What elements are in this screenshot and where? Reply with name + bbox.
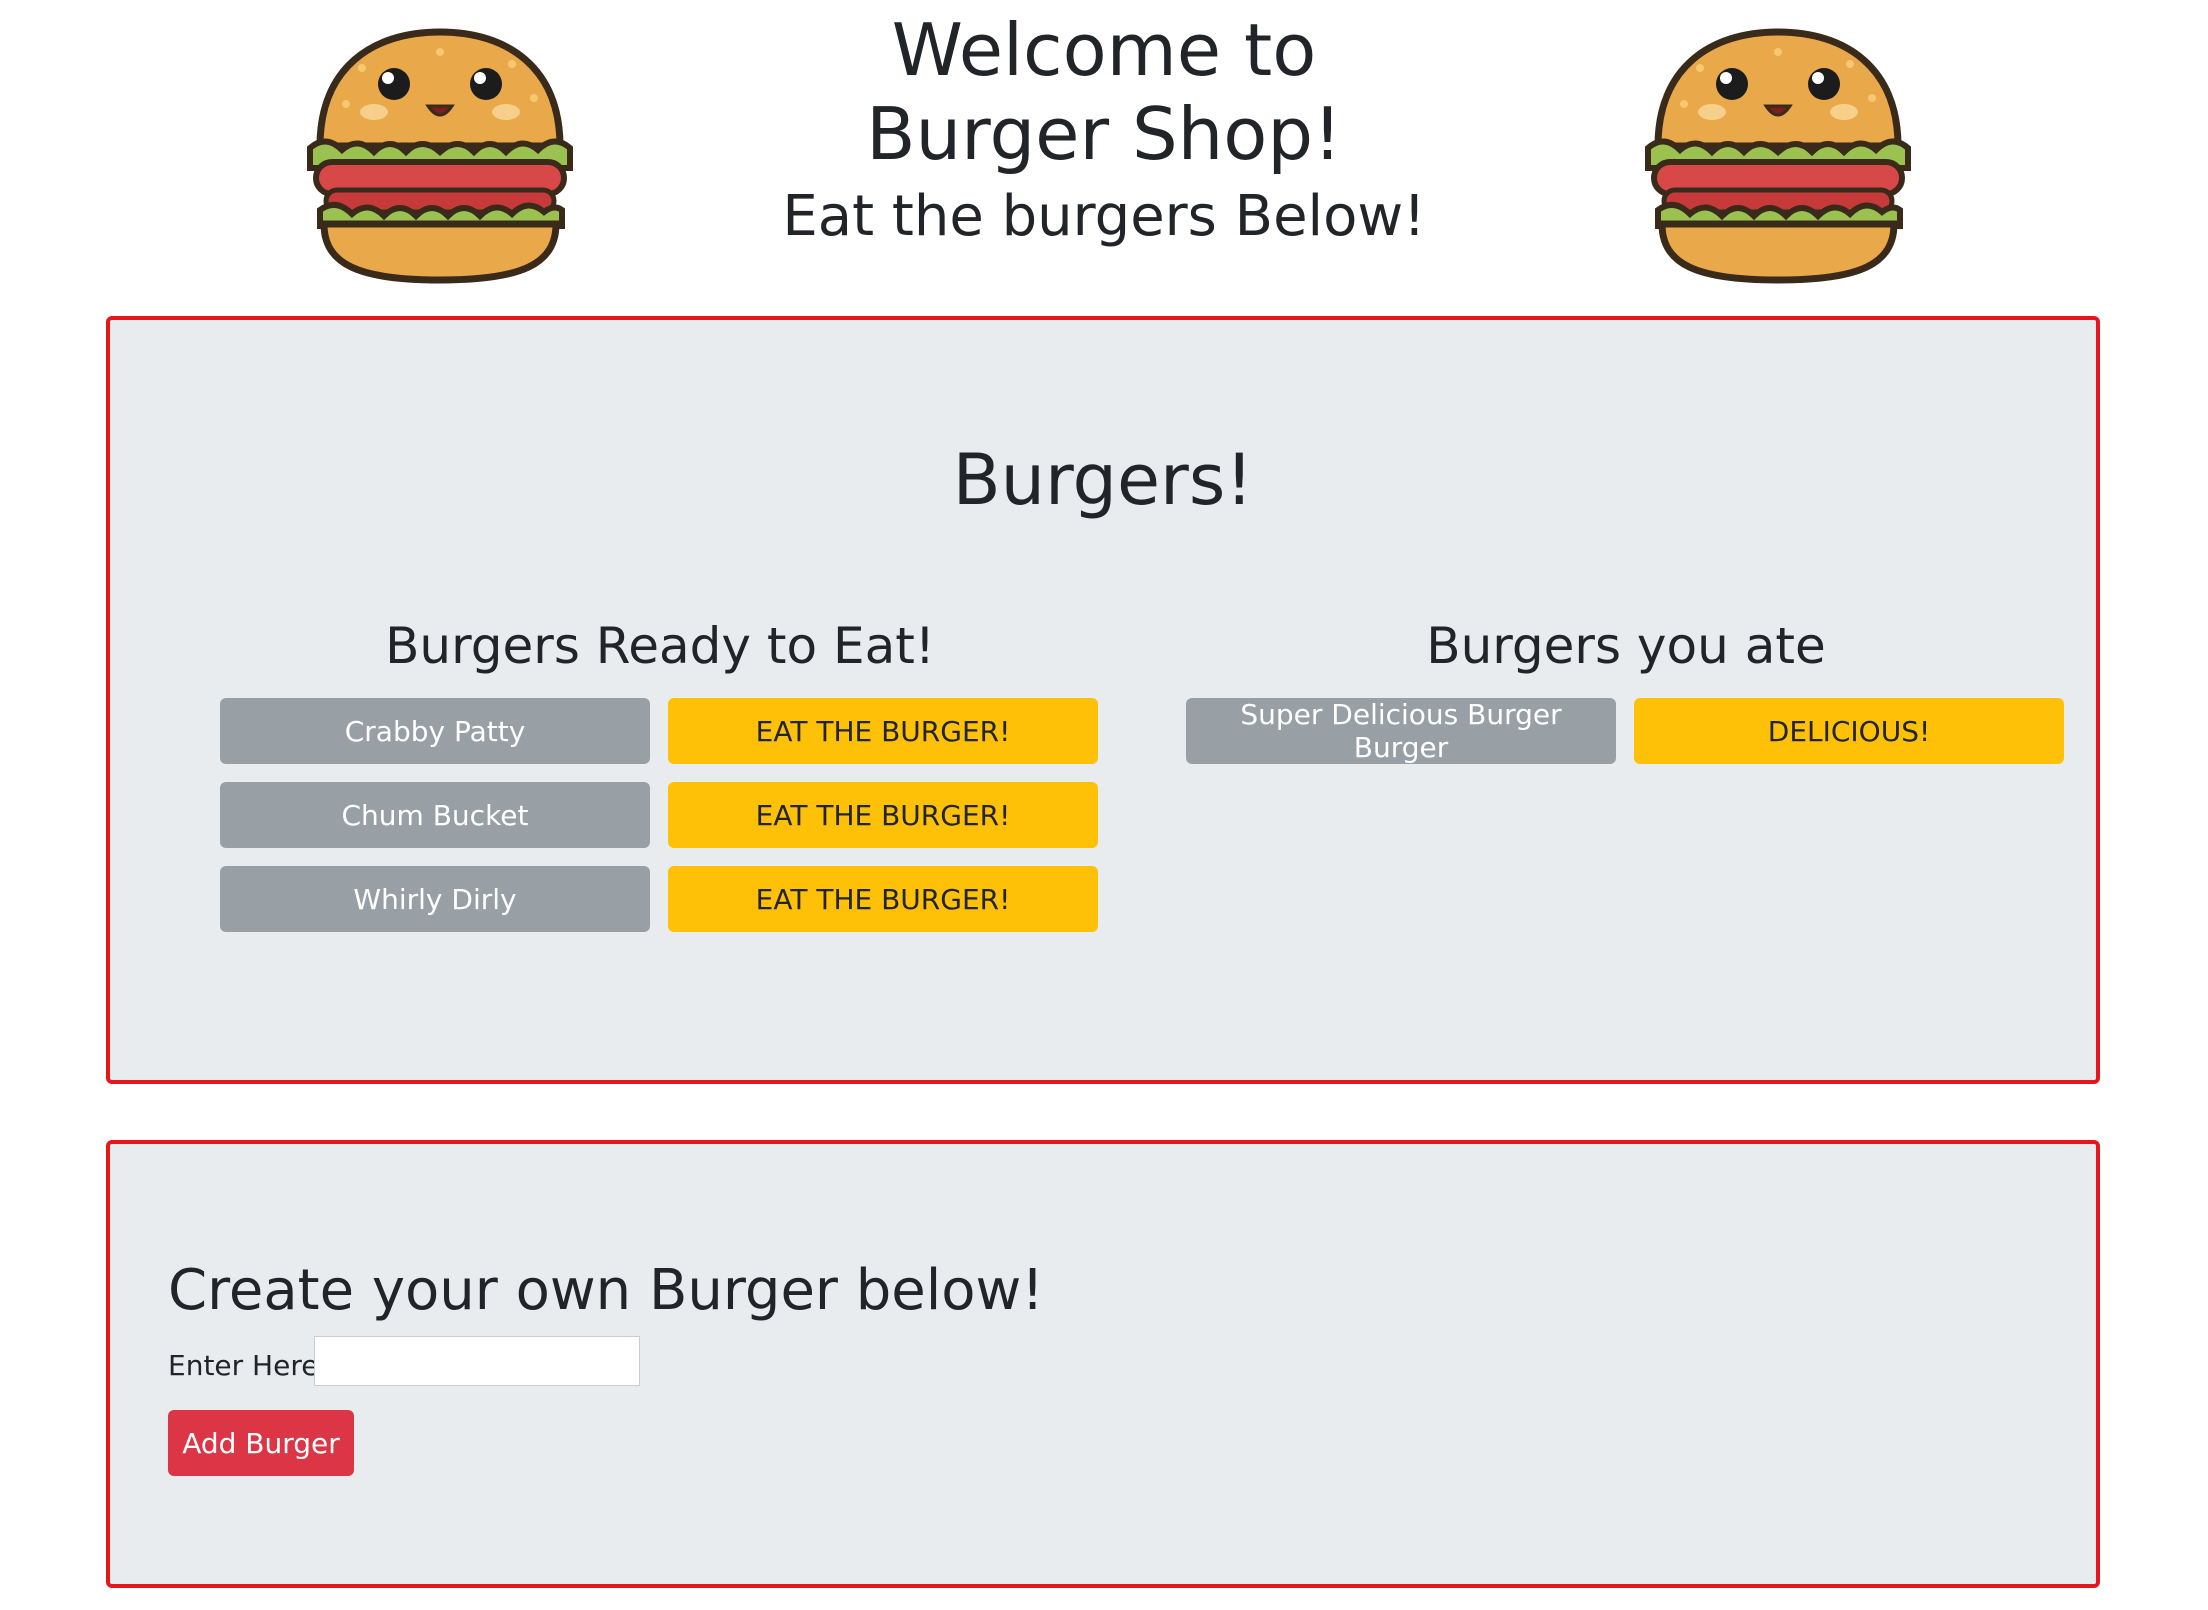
- burger-mascot-icon: [307, 28, 573, 284]
- burger-mascot-icon: [1645, 28, 1911, 284]
- page-header: Welcome to Burger Shop! Eat the burgers …: [0, 0, 2208, 300]
- ready-to-eat-title: Burgers Ready to Eat!: [385, 617, 935, 675]
- burger-name-button[interactable]: Whirly Dirly: [220, 866, 650, 932]
- delicious-button[interactable]: DELICIOUS!: [1634, 698, 2064, 764]
- title-block: Welcome to Burger Shop! Eat the burgers …: [600, 0, 1608, 252]
- page-subtitle: Eat the burgers Below!: [782, 184, 1426, 249]
- add-burger-button[interactable]: Add Burger: [168, 1410, 354, 1476]
- burger-name-button[interactable]: Crabby Patty: [220, 698, 650, 764]
- burgers-panel: Burgers! Burgers Ready to Eat! Burgers y…: [106, 316, 2100, 1084]
- burgers-title: Burgers!: [952, 439, 1254, 521]
- burger-name-input[interactable]: [314, 1336, 640, 1386]
- create-burger-panel: Create your own Burger below! Enter Here…: [106, 1140, 2100, 1588]
- eat-burger-button[interactable]: EAT THE BURGER!: [668, 866, 1098, 932]
- burgers-eaten-title: Burgers you ate: [1426, 617, 1826, 675]
- eaten-burger-name-button[interactable]: Super Delicious Burger Burger: [1186, 698, 1616, 764]
- burger-name-button[interactable]: Chum Bucket: [220, 782, 650, 848]
- create-burger-title: Create your own Burger below!: [168, 1258, 1044, 1323]
- eat-burger-button[interactable]: EAT THE BURGER!: [668, 698, 1098, 764]
- page-title-line2: Burger Shop!: [866, 92, 1342, 176]
- eat-burger-button[interactable]: EAT THE BURGER!: [668, 782, 1098, 848]
- page-title-line1: Welcome to: [891, 8, 1317, 92]
- burger-input-label: Enter Here!: [168, 1349, 330, 1382]
